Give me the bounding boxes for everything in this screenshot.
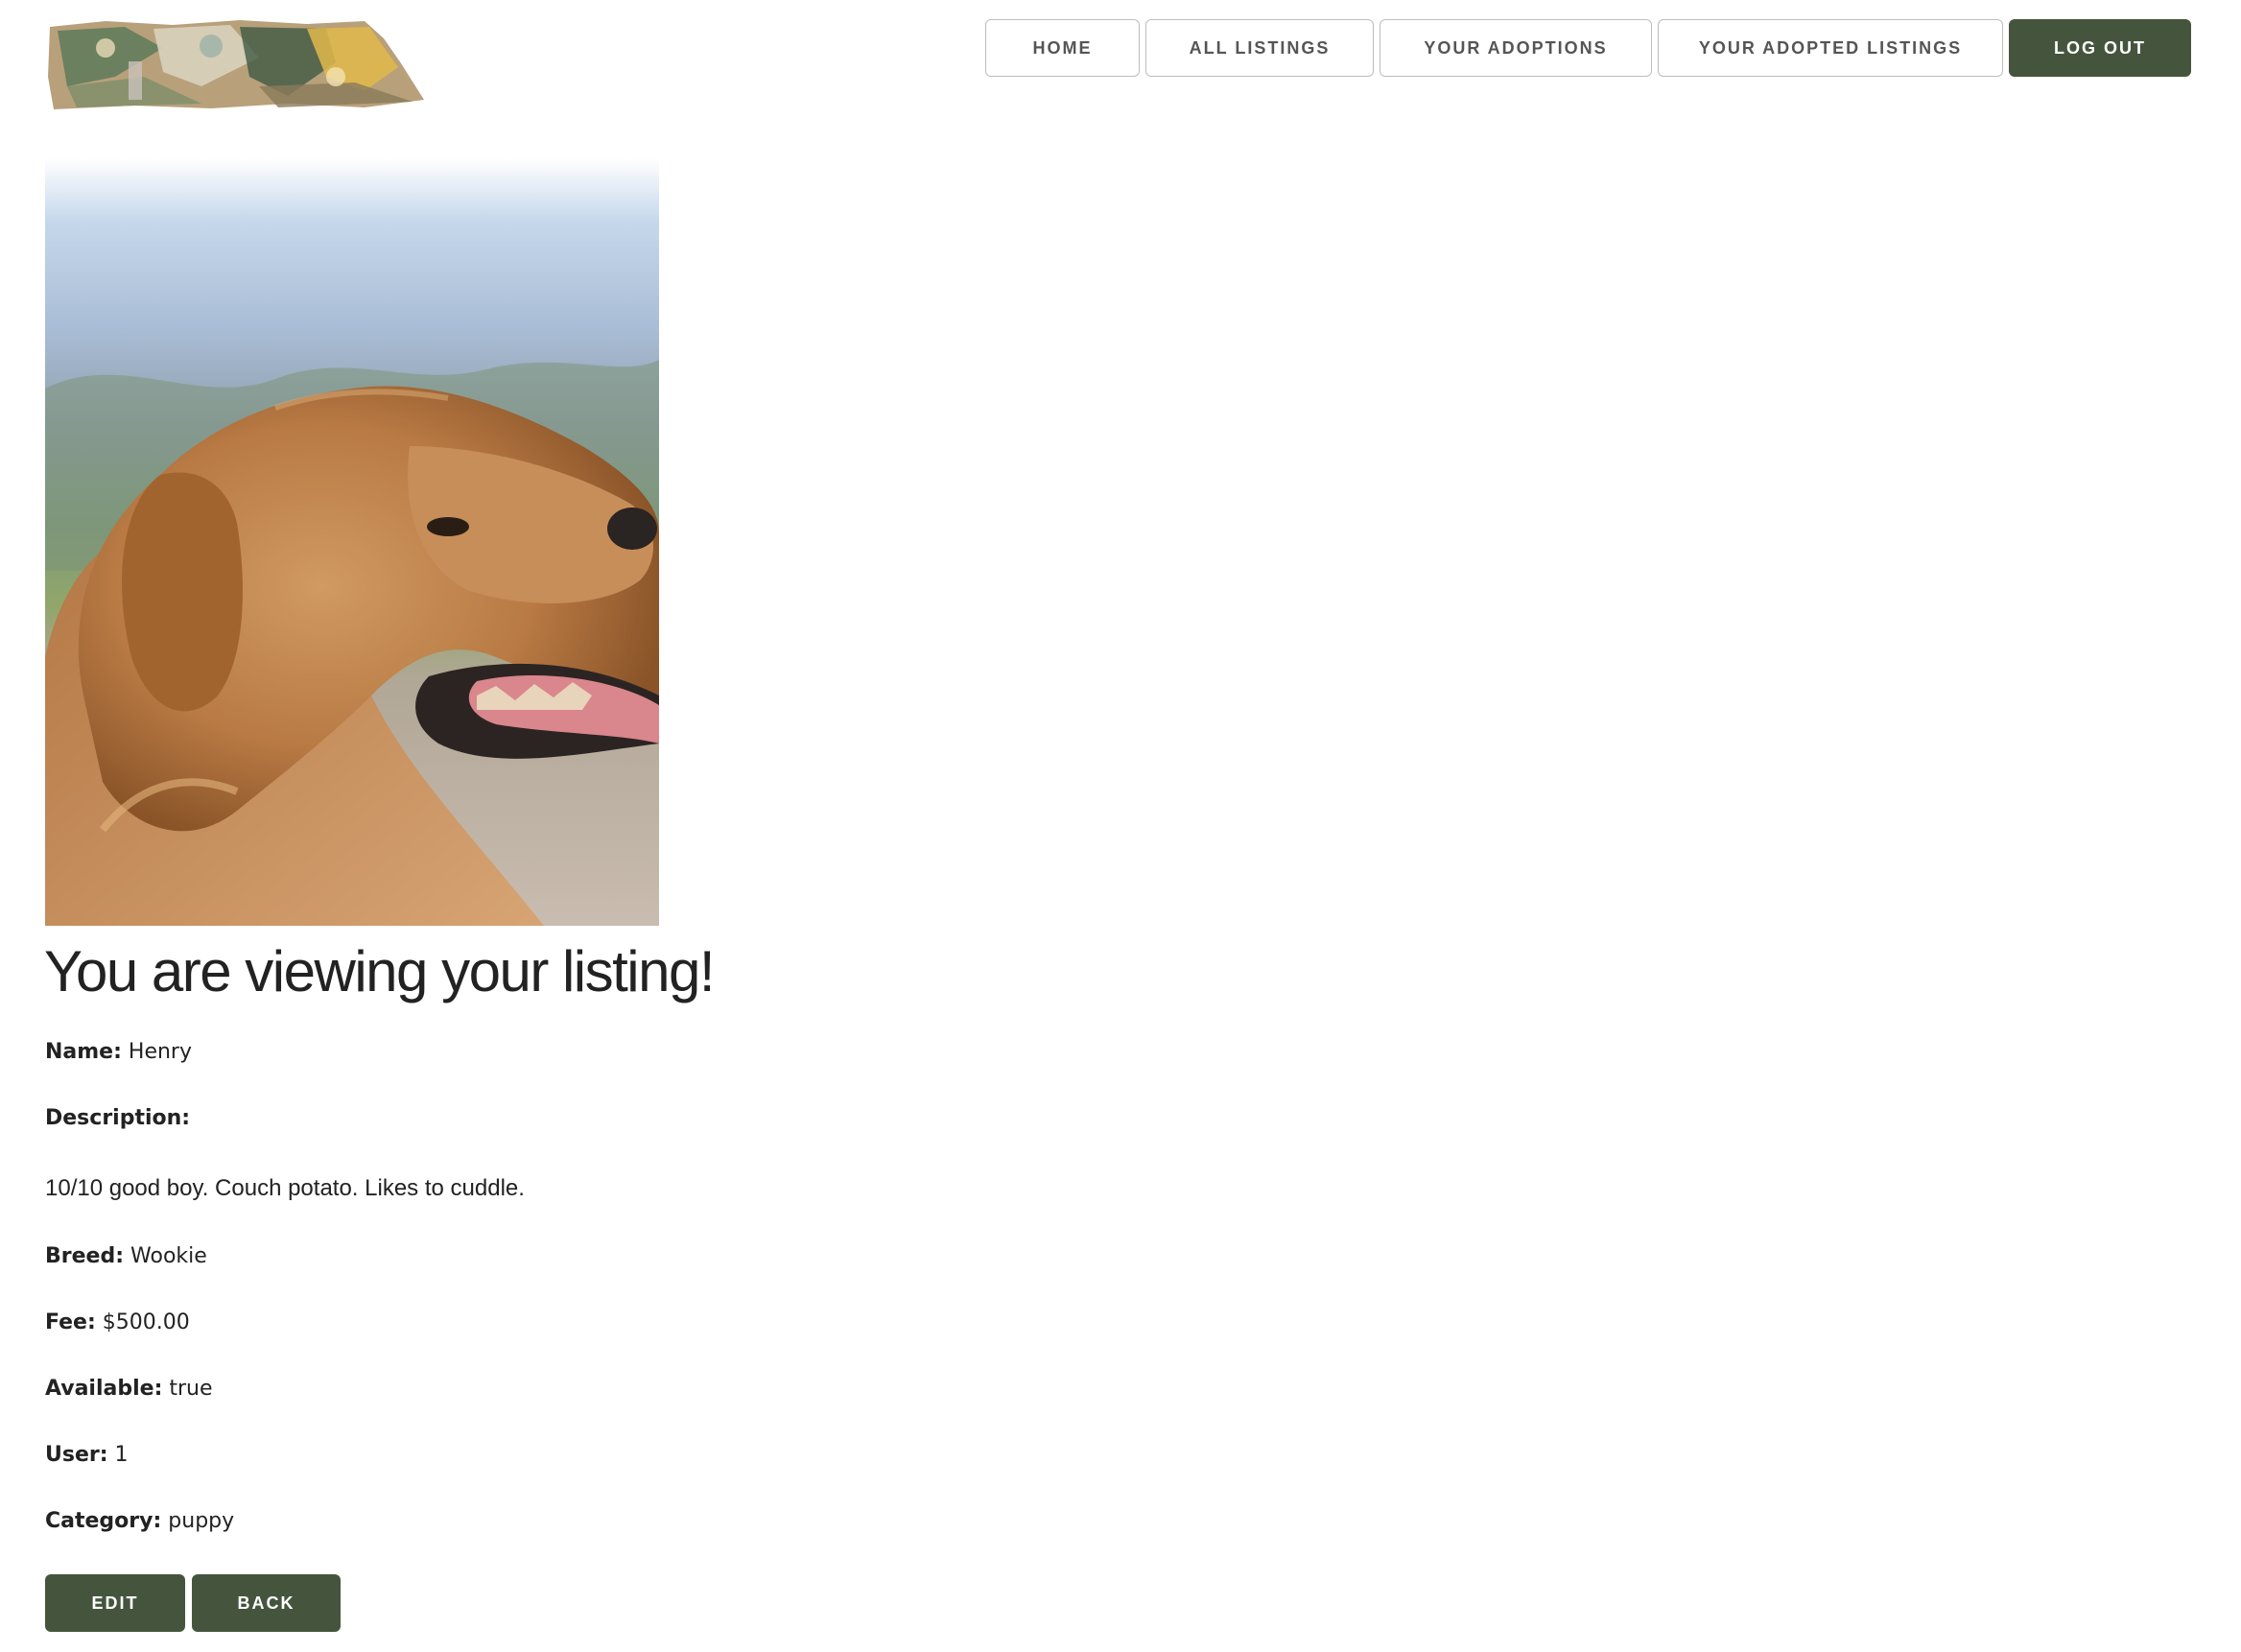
nav-your-adoptions-button[interactable]: YOUR ADOPTIONS (1380, 19, 1652, 77)
breed-value: Wookie (130, 1244, 207, 1268)
nav-all-listings-button[interactable]: ALL LISTINGS (1145, 19, 1374, 77)
category-label: Category: (45, 1509, 162, 1533)
available-label: Available: (45, 1377, 163, 1401)
fee-label: Fee: (45, 1310, 96, 1334)
nav-home-button[interactable]: HOME (985, 19, 1140, 77)
name-value: Henry (128, 1040, 192, 1064)
available-value: true (169, 1377, 213, 1401)
fee-field: Fee: $500.00 (45, 1310, 190, 1334)
fee-value: $500.00 (102, 1310, 190, 1334)
log-out-button[interactable]: LOG OUT (2009, 19, 2191, 77)
category-field: Category: puppy (45, 1509, 234, 1533)
description-field: Description: (45, 1106, 190, 1130)
name-field: Name: Henry (45, 1040, 192, 1064)
golden-retriever-photo-icon (45, 158, 659, 926)
listing-actions: EDIT BACK (45, 1574, 341, 1632)
back-button[interactable]: BACK (192, 1574, 341, 1632)
description-value: 10/10 good boy. Couch potato. Likes to c… (45, 1175, 525, 1201)
category-value: puppy (168, 1509, 235, 1533)
edit-button[interactable]: EDIT (45, 1574, 185, 1632)
listing-photo (45, 158, 659, 926)
user-label: User: (45, 1443, 108, 1467)
user-field: User: 1 (45, 1443, 129, 1467)
page-title: You are viewing your listing! (44, 939, 716, 1003)
breed-field: Breed: Wookie (45, 1244, 207, 1268)
user-value: 1 (114, 1443, 129, 1467)
name-label: Name: (45, 1040, 122, 1064)
description-label: Description: (45, 1106, 191, 1130)
main-nav: HOME ALL LISTINGS YOUR ADOPTIONS YOUR AD… (985, 19, 2191, 77)
site-logo[interactable] (48, 19, 426, 109)
breed-label: Breed: (45, 1244, 125, 1268)
nav-your-adopted-listings-button[interactable]: YOUR ADOPTED LISTINGS (1658, 19, 2003, 77)
logo-icon (48, 20, 424, 109)
available-field: Available: true (45, 1377, 213, 1401)
